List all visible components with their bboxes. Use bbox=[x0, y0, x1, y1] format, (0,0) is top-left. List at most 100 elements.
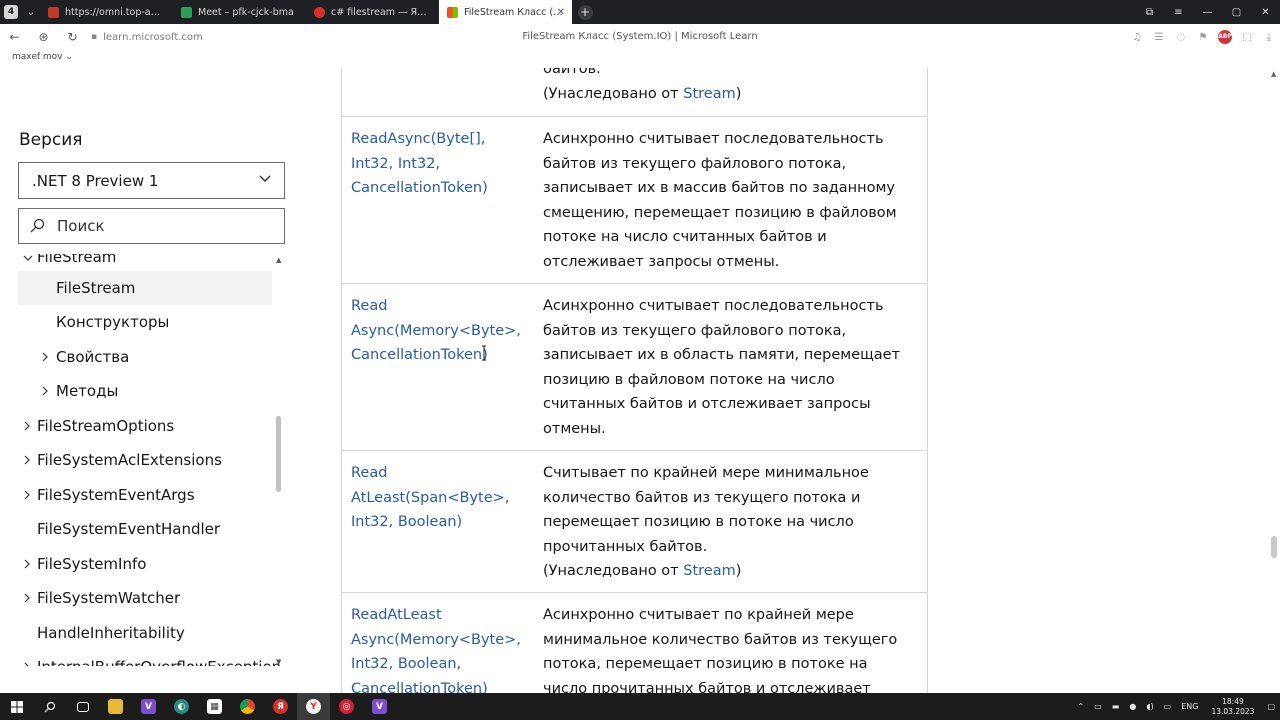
method-link-readatleast-span[interactable]: Read AtLeast(Span<Byte>, Int32, Boolean) bbox=[351, 461, 531, 535]
chevron-right-icon bbox=[24, 455, 30, 465]
system-tray: ⌃ ▭ ▬ ● ◖) ▭ ENG 18:49 13.03.2023 ▢ bbox=[1073, 697, 1280, 717]
url-field[interactable]: ▪ learn.microsoft.com bbox=[91, 32, 251, 43]
toc-item-filesystemeventargs[interactable]: FileSystemEventArgs bbox=[18, 478, 272, 512]
browser-menu-button[interactable]: 4 bbox=[0, 0, 22, 24]
volume-icon[interactable]: ◖) bbox=[1146, 702, 1153, 711]
method-link-readasync-memory[interactable]: Read Async(Memory<Byte>, CancellationTok… bbox=[351, 294, 531, 368]
windows-logo-icon bbox=[10, 700, 23, 713]
method-link-readatleastasync[interactable]: ReadAtLeast Async(Memory<Byte>, Int32, B… bbox=[351, 603, 531, 693]
browser-tab-active[interactable]: FileStream Класс (Syste ✕ bbox=[439, 0, 572, 24]
monitor-icon[interactable]: ▭ bbox=[1164, 702, 1172, 711]
window-controls: ⧉ ≡ — ▢ ✕ bbox=[1135, 0, 1280, 24]
method-link-readasync-bytes[interactable]: ReadAsync(Byte[], Int32, Int32, Cancella… bbox=[351, 127, 531, 201]
taskbar-explorer[interactable] bbox=[99, 693, 132, 720]
scroll-up-icon[interactable]: ▲ bbox=[276, 256, 281, 264]
collections-icon[interactable]: ⧉ bbox=[1135, 7, 1164, 18]
toc-item-filesystemwatcher[interactable]: FileSystemWatcher bbox=[18, 581, 272, 615]
chrome-icon bbox=[240, 699, 255, 714]
scroll-up-icon[interactable]: ▲ bbox=[1271, 70, 1276, 78]
headphones-icon[interactable]: ♫ bbox=[1126, 32, 1148, 43]
url-text: learn.microsoft.com bbox=[103, 31, 203, 43]
taskbar-search-button[interactable] bbox=[33, 693, 66, 720]
toc-item-constructors[interactable]: Конструкторы bbox=[18, 305, 272, 339]
taskbar-yandex-browser[interactable]: Y bbox=[297, 693, 330, 720]
browser-tab[interactable]: https://omni.top-academ bbox=[40, 0, 173, 24]
tab-list-chevron-icon[interactable]: ⌄ bbox=[22, 7, 40, 18]
device-icon[interactable]: ▬ bbox=[1112, 702, 1120, 711]
language-indicator[interactable]: ENG bbox=[1181, 702, 1198, 711]
tab-label: c# filestream — Яндекс: н bbox=[331, 6, 431, 18]
maximize-icon[interactable]: ▢ bbox=[1222, 7, 1251, 18]
search-icon bbox=[44, 701, 55, 712]
inherited-note: (Унаследовано от Stream) bbox=[543, 85, 742, 102]
scroll-down-icon[interactable]: ▼ bbox=[276, 658, 281, 666]
minimize-icon[interactable]: — bbox=[1193, 7, 1222, 18]
search-input[interactable] bbox=[57, 217, 257, 235]
lock-icon: ▪ bbox=[91, 32, 98, 42]
network-icon[interactable]: ▭ bbox=[1094, 702, 1102, 711]
back-icon[interactable]: ← bbox=[0, 30, 29, 44]
translate-icon[interactable]: ◌ bbox=[1170, 32, 1192, 43]
menu-icon[interactable]: ≡ bbox=[1164, 7, 1193, 18]
taskbar-store[interactable]: ▦ bbox=[198, 693, 231, 720]
yandex-icon: Я bbox=[273, 699, 288, 714]
task-view-button[interactable] bbox=[66, 693, 99, 720]
notifications-icon[interactable]: ▢ bbox=[1267, 702, 1275, 711]
extensions-icon[interactable]: ⬚ bbox=[1236, 32, 1258, 43]
table-row: ReadAtLeast Async(Memory<Byte>, Int32, B… bbox=[341, 593, 928, 693]
docs-sidebar: Версия .NET 8 Preview 1 FileStream FileS… bbox=[0, 68, 300, 693]
taskbar-opera[interactable]: ◎ bbox=[330, 693, 363, 720]
taskbar-yandex[interactable]: Я bbox=[264, 693, 297, 720]
toc-item-internalbufferoverflowexception[interactable]: InternalBufferOverflowException bbox=[18, 650, 281, 666]
microphone-icon[interactable]: ● bbox=[1129, 702, 1136, 711]
chevron-right-icon bbox=[24, 490, 30, 500]
toc-search-field[interactable] bbox=[18, 208, 285, 244]
browser-tab[interactable]: c# filestream — Яндекс: н bbox=[306, 0, 439, 24]
taskbar-clock[interactable]: 18:49 13.03.2023 bbox=[1211, 697, 1254, 717]
toc-scrollbar[interactable]: ▲ ▼ bbox=[274, 254, 284, 666]
method-description: байтов. (Унаследовано от Stream) bbox=[543, 68, 913, 106]
reload-icon[interactable]: ↻ bbox=[58, 30, 87, 44]
toc-item-filestreamoptions[interactable]: FileStreamOptions bbox=[18, 409, 272, 443]
chevron-right-icon bbox=[24, 559, 30, 569]
inherited-note: (Унаследовано от Stream) bbox=[543, 563, 742, 580]
toc-item-filesysteminfo[interactable]: FileSystemInfo bbox=[18, 547, 272, 581]
chevron-down-icon bbox=[23, 255, 33, 261]
stream-link[interactable]: Stream bbox=[683, 563, 735, 579]
version-select[interactable]: .NET 8 Preview 1 bbox=[18, 162, 285, 199]
toc-item-filesystemeventhandler[interactable]: FileSystemEventHandler bbox=[18, 512, 272, 546]
tab-close-icon[interactable]: ✕ bbox=[557, 7, 565, 18]
toc-item-methods[interactable]: Методы bbox=[18, 374, 272, 408]
bookmark-item[interactable]: maxef mov ⌄ bbox=[12, 52, 73, 62]
yandex-browser-icon: Y bbox=[306, 699, 321, 714]
download-icon[interactable]: ⤓ bbox=[1258, 32, 1280, 43]
toc-item-properties[interactable]: Свойства bbox=[18, 340, 272, 374]
browser-tab[interactable]: Meet – pfk-cjck-bma bbox=[173, 0, 306, 24]
tab-label: Meet – pfk-cjck-bma bbox=[198, 6, 294, 18]
reader-icon[interactable]: ☰ bbox=[1148, 32, 1170, 43]
toc-item-filesystemaclextensions[interactable]: FileSystemAclExtensions bbox=[18, 443, 272, 477]
tray-chevron-up-icon[interactable]: ⌃ bbox=[1078, 702, 1085, 711]
taskbar-app[interactable]: ◐ bbox=[165, 693, 198, 720]
page-scrollbar[interactable]: ▲ bbox=[1268, 68, 1280, 693]
toc-item-handleinheritability[interactable]: HandleInheritability bbox=[18, 616, 272, 650]
taskbar-chrome[interactable] bbox=[231, 693, 264, 720]
chevron-right-icon bbox=[24, 662, 29, 666]
address-bar: ← ⊛ ↻ ▪ learn.microsoft.com FileStream К… bbox=[0, 24, 1280, 50]
tab-label: FileStream Класс (Syste bbox=[464, 6, 564, 18]
toc-item-filestream[interactable]: FileStream bbox=[18, 271, 272, 305]
stream-link[interactable]: Stream bbox=[683, 86, 735, 102]
start-button[interactable] bbox=[0, 693, 33, 720]
plus-icon: + bbox=[577, 4, 593, 20]
taskbar-visual-studio[interactable]: V bbox=[132, 693, 165, 720]
adblock-icon[interactable]: ABP bbox=[1218, 30, 1232, 44]
new-tab-button[interactable]: + bbox=[572, 0, 598, 24]
page-scrollbar-thumb[interactable] bbox=[1271, 536, 1277, 558]
version-select-value: .NET 8 Preview 1 bbox=[32, 171, 159, 190]
chevron-right-icon bbox=[42, 352, 48, 362]
close-window-icon[interactable]: ✕ bbox=[1251, 7, 1280, 18]
bookmark-icon[interactable]: ⚑ bbox=[1192, 32, 1214, 43]
taskbar-visual-studio-2[interactable]: V bbox=[363, 693, 396, 720]
toc-scrollbar-thumb[interactable] bbox=[276, 416, 281, 492]
shield-icon[interactable]: ⊛ bbox=[29, 30, 58, 44]
